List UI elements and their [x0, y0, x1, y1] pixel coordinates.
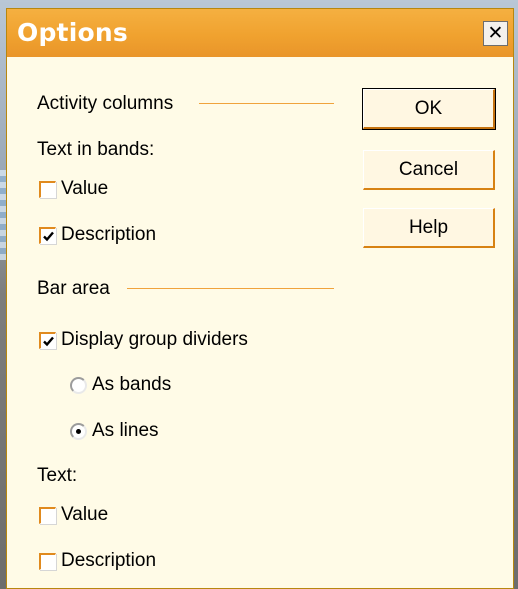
activity-columns-separator	[199, 103, 334, 104]
activity-value-checkbox[interactable]: Value	[39, 178, 108, 200]
checkbox-box-checked	[39, 226, 56, 244]
as-lines-radio[interactable]: As lines	[70, 420, 159, 442]
as-lines-label: As lines	[92, 420, 159, 441]
text-in-bands-label: Text in bands:	[37, 139, 155, 160]
bar-area-separator	[127, 288, 334, 289]
radio-dot-icon	[76, 428, 81, 434]
as-bands-radio[interactable]: As bands	[70, 374, 171, 396]
checkbox-box	[39, 506, 56, 524]
activity-columns-heading: Activity columns	[37, 93, 174, 114]
checkbox-box-checked	[39, 331, 56, 349]
checkbox-box	[39, 180, 56, 198]
checkbox-box	[39, 552, 56, 570]
display-group-dividers-label: Display group dividers	[61, 329, 248, 350]
activity-value-label: Value	[61, 178, 109, 199]
ok-button[interactable]: OK	[362, 88, 496, 130]
bar-value-checkbox[interactable]: Value	[39, 504, 108, 526]
close-button[interactable]: ✕	[483, 21, 508, 46]
checkmark-icon	[43, 336, 54, 346]
activity-description-label: Description	[61, 224, 157, 245]
display-group-dividers-checkbox[interactable]: Display group dividers	[39, 329, 248, 351]
help-button[interactable]: Help	[363, 208, 495, 248]
cancel-button[interactable]: Cancel	[363, 150, 495, 190]
bar-value-label: Value	[61, 504, 109, 525]
title-bar[interactable]: Options ✕	[7, 9, 513, 57]
close-icon: ✕	[487, 22, 504, 44]
text-label: Text:	[37, 465, 78, 486]
radio-circle	[70, 376, 87, 394]
options-dialog: Options ✕ Activity columns Text in bands…	[6, 8, 514, 589]
bar-area-heading: Bar area	[37, 278, 110, 299]
activity-description-checkbox[interactable]: Description	[39, 224, 156, 246]
bar-description-label: Description	[61, 550, 157, 571]
radio-circle-selected	[70, 422, 87, 440]
as-bands-label: As bands	[92, 374, 172, 395]
bar-description-checkbox[interactable]: Description	[39, 550, 156, 572]
checkmark-icon	[43, 231, 54, 241]
dialog-title: Options	[17, 18, 128, 47]
